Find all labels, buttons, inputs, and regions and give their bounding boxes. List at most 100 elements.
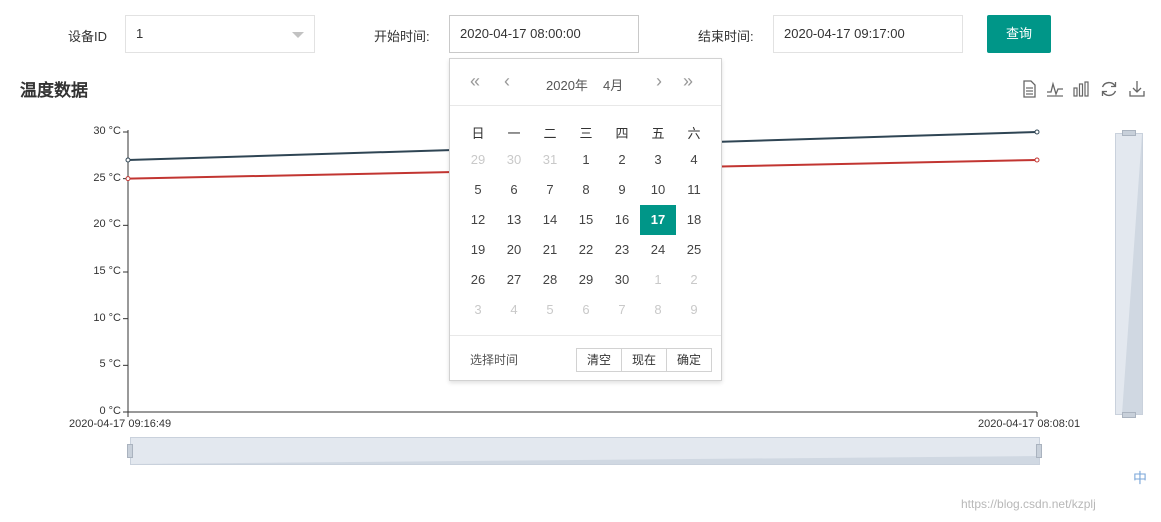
data-view-icon[interactable] [1019, 79, 1039, 99]
calendar-day[interactable]: 31 [532, 145, 568, 175]
calendar-day[interactable]: 30 [496, 145, 532, 175]
calendar-day[interactable]: 10 [640, 175, 676, 205]
weekday-header: 六 [687, 126, 701, 141]
vertical-datazoom-bottom-handle[interactable] [1122, 412, 1136, 418]
calendar-day[interactable]: 9 [676, 295, 712, 325]
chevron-down-icon [292, 32, 304, 38]
restore-icon[interactable] [1099, 79, 1119, 99]
weekday-header: 二 [543, 126, 557, 141]
y-axis-tick-label: 10 °C [93, 311, 121, 324]
prev-month-icon[interactable]: ‹ [504, 71, 510, 91]
date-picker-header: « ‹ 2020年 4月 › » [450, 59, 721, 106]
select-time-link[interactable]: 选择时间 [470, 351, 518, 368]
calendar-day[interactable]: 25 [676, 235, 712, 265]
calendar-day[interactable]: 22 [568, 235, 604, 265]
calendar-day[interactable]: 5 [460, 175, 496, 205]
ime-badge: 中 [1133, 470, 1147, 486]
calendar-day[interactable]: 3 [640, 145, 676, 175]
next-month-icon[interactable]: › [656, 71, 662, 91]
calendar-day[interactable]: 28 [532, 265, 568, 295]
next-year-icon[interactable]: » [683, 71, 693, 91]
confirm-button[interactable]: 确定 [666, 348, 712, 372]
calendar-day[interactable]: 8 [568, 175, 604, 205]
calendar-day[interactable]: 26 [460, 265, 496, 295]
series-2-point [125, 176, 131, 182]
y-axis-tick-label: 0 °C [99, 405, 121, 417]
calendar-day[interactable]: 14 [532, 205, 568, 235]
start-time-label: 开始时间: [374, 29, 430, 44]
calendar-day[interactable]: 9 [604, 175, 640, 205]
calendar-day[interactable]: 12 [460, 205, 496, 235]
x-axis-label-end: 2020-04-17 08:08:01 [978, 418, 1081, 430]
calendar-day[interactable]: 1 [568, 145, 604, 175]
y-axis-tick-label: 5 °C [99, 358, 121, 371]
end-time-value: 2020-04-17 09:17:00 [784, 26, 905, 41]
weekday-header: 一 [507, 126, 521, 141]
calendar-day[interactable]: 4 [496, 295, 532, 325]
calendar-day[interactable]: 27 [496, 265, 532, 295]
calendar-day[interactable]: 2 [676, 265, 712, 295]
calendar-day[interactable]: 7 [532, 175, 568, 205]
series-2-point [1034, 157, 1040, 163]
end-time-input[interactable]: 2020-04-17 09:17:00 [773, 15, 963, 53]
date-picker-footer: 选择时间 清空 现在 确定 [450, 335, 721, 381]
device-id-select[interactable]: 1 [125, 15, 315, 53]
weekday-header: 三 [579, 126, 593, 141]
calendar-day[interactable]: 18 [676, 205, 712, 235]
calendar-day[interactable]: 15 [568, 205, 604, 235]
query-button[interactable]: 查询 [987, 15, 1051, 53]
datazoom-end-handle[interactable] [1036, 444, 1042, 458]
horizontal-datazoom-slider[interactable] [130, 437, 1040, 465]
vertical-datazoom-top-handle[interactable] [1122, 130, 1136, 136]
calendar-day[interactable]: 5 [532, 295, 568, 325]
weekday-header: 四 [615, 126, 629, 141]
y-axis-tick-label: 15 °C [93, 265, 121, 277]
calendar-day[interactable]: 16 [604, 205, 640, 235]
calendar-day[interactable]: 3 [460, 295, 496, 325]
end-time-label: 结束时间: [698, 29, 754, 44]
device-id-value: 1 [136, 26, 144, 41]
calendar-day[interactable]: 6 [568, 295, 604, 325]
prev-year-icon[interactable]: « [470, 71, 480, 91]
calendar-day[interactable]: 11 [676, 175, 712, 205]
calendar-day[interactable]: 8 [640, 295, 676, 325]
date-picker-popup: « ‹ 2020年 4月 › » 日一二三四五六 29 30 31 1 2 3 4 5 6 7 8 9… [449, 58, 722, 381]
calendar-day[interactable]: 19 [460, 235, 496, 265]
calendar-day[interactable]: 4 [676, 145, 712, 175]
weekday-header: 日 [471, 126, 485, 141]
calendar-day[interactable]: 2 [604, 145, 640, 175]
calendar-day[interactable]: 20 [496, 235, 532, 265]
vertical-datazoom-slider[interactable] [1115, 133, 1143, 415]
calendar-day[interactable]: 24 [640, 235, 676, 265]
section-title: 温度数据 [20, 81, 88, 100]
series-1-point [125, 157, 131, 163]
calendar-day[interactable]: 13 [496, 205, 532, 235]
calendar-day[interactable]: 29 [568, 265, 604, 295]
series-1-point [1034, 129, 1040, 135]
now-button[interactable]: 现在 [621, 348, 667, 372]
y-axis-tick-label: 20 °C [93, 218, 121, 231]
watermark-text: https://blog.csdn.net/kzplj [961, 497, 1096, 511]
calendar-day[interactable]: 1 [640, 265, 676, 295]
datazoom-start-handle[interactable] [127, 444, 133, 458]
calendar-day[interactable]: 30 [604, 265, 640, 295]
y-axis-tick-label: 25 °C [93, 171, 121, 184]
clear-button[interactable]: 清空 [576, 348, 622, 372]
x-axis-label-start: 2020-04-17 09:16:49 [69, 418, 172, 430]
save-image-icon[interactable] [1127, 79, 1147, 99]
calendar-day[interactable]: 21 [532, 235, 568, 265]
picker-year-label[interactable]: 2020年 [546, 75, 588, 94]
y-axis-tick-label: 30 °C [93, 125, 121, 137]
calendar-day[interactable]: 23 [604, 235, 640, 265]
line-chart-icon[interactable] [1045, 79, 1065, 99]
picker-month-label[interactable]: 4月 [603, 75, 623, 94]
weekday-header: 五 [651, 126, 665, 141]
start-time-value: 2020-04-17 08:00:00 [460, 26, 581, 41]
calendar-day[interactable]: 29 [460, 145, 496, 175]
calendar-day[interactable]: 6 [496, 175, 532, 205]
calendar-day[interactable]: 7 [604, 295, 640, 325]
bar-chart-icon[interactable] [1071, 79, 1091, 99]
calendar-day-selected[interactable]: 17 [640, 205, 676, 235]
device-id-label: 设备ID [68, 29, 108, 44]
start-time-input[interactable]: 2020-04-17 08:00:00 [449, 15, 639, 53]
